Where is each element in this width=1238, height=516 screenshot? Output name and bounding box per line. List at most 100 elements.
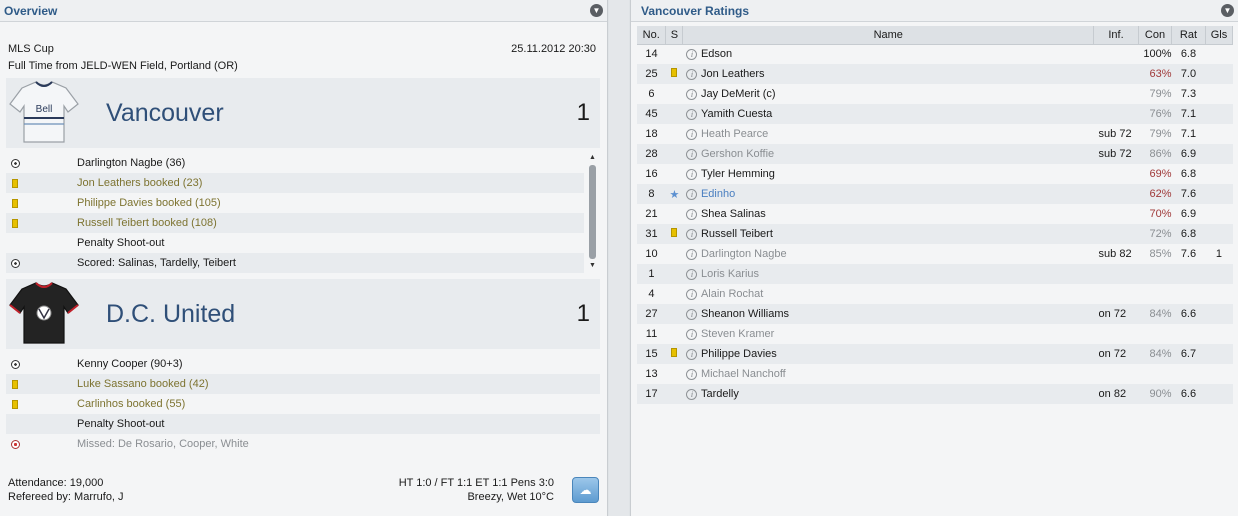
player-row[interactable]: 16 i Tyler Hemming 69% 6.8 [637,164,1233,184]
player-row[interactable]: 45 i Yamith Cuesta 76% 7.1 [637,104,1233,124]
player-row[interactable]: 14 i Edson 100% 6.8 [637,44,1233,64]
event-row[interactable]: Russell Teibert booked (108) [6,213,584,233]
player-name[interactable]: Edson [701,44,1094,64]
ratings-title: Vancouver Ratings [641,3,750,18]
player-name[interactable]: Edinho [700,184,1094,204]
player-name[interactable]: Michael Nanchoff [701,364,1094,384]
event-row[interactable]: Kenny Cooper (90+3) [6,354,600,374]
scrollbar-thumb[interactable] [589,165,596,259]
event-row[interactable]: Penalty Shoot-out [6,233,584,253]
event-row[interactable]: Jon Leathers booked (23) [6,173,584,193]
player-name[interactable]: Yamith Cuesta [700,104,1094,124]
column-header-s[interactable]: S [665,26,684,45]
player-row[interactable]: 25 i Jon Leathers 63% 7.0 [637,64,1233,84]
player-name[interactable]: Steven Kramer [701,324,1094,344]
player-row[interactable]: 11 i Steven Kramer [637,324,1233,344]
column-header-gls[interactable]: Gls [1205,26,1234,45]
info-icon[interactable]: i [682,304,701,324]
player-inf [1093,264,1139,284]
info-icon[interactable]: i [682,344,701,364]
player-rating: 7.0 [1171,64,1206,84]
player-name[interactable]: Tyler Hemming [701,164,1094,184]
player-name[interactable]: Philippe Davies [700,344,1094,364]
event-text: Luke Sassano booked (42) [77,378,209,390]
player-inf [1093,64,1139,84]
event-row[interactable]: Philippe Davies booked (105) [6,193,584,213]
player-row[interactable]: 31 i Russell Teibert 72% 6.8 [637,224,1233,244]
event-row[interactable]: Luke Sassano booked (42) [6,374,600,394]
player-name[interactable]: Jay DeMerit (c) [701,84,1094,104]
scroll-down-icon[interactable]: ▼ [587,261,598,271]
info-icon[interactable]: i [682,224,701,244]
player-goals [1205,104,1233,124]
info-icon[interactable]: i [682,184,701,204]
info-icon[interactable]: i [682,144,701,164]
player-row[interactable]: 21 i Shea Salinas 70% 6.9 [637,204,1233,224]
info-icon[interactable]: i [683,364,701,384]
scroll-up-icon[interactable]: ▲ [587,153,598,163]
info-icon[interactable]: i [683,44,701,64]
column-header-rat[interactable]: Rat [1171,26,1206,45]
event-row[interactable]: Penalty Shoot-out [6,414,600,434]
player-name[interactable]: Loris Karius [700,264,1094,284]
player-name[interactable]: Heath Pearce [701,124,1094,144]
player-name[interactable]: Shea Salinas [701,204,1094,224]
away-team-name[interactable]: D.C. United [106,300,577,329]
player-row[interactable]: 27 i Sheanon Williams on 72 84% 6.6 [637,304,1233,324]
info-icon[interactable]: i [682,264,701,284]
info-icon[interactable]: i [683,244,701,264]
player-rating: 6.8 [1180,48,1197,61]
player-row[interactable]: 18 i Heath Pearce sub 72 79% 7.1 [637,124,1233,144]
info-icon[interactable]: i [682,384,701,404]
player-condition: 90% [1138,384,1172,404]
home-team-name[interactable]: Vancouver [106,99,577,128]
column-header-name[interactable]: Name [682,26,1095,45]
player-row[interactable]: 13 i Michael Nanchoff [637,364,1233,384]
rain-cloud-icon: ☁ [572,477,599,503]
player-number: 31 [637,224,666,244]
column-header-no[interactable]: No. [637,26,667,45]
info-icon[interactable]: i [683,324,701,344]
chevron-down-icon[interactable]: ▼ [590,4,603,17]
info-icon[interactable]: i [683,284,701,304]
events-scrollbar[interactable]: ▲ ▼ [587,153,598,271]
player-row[interactable]: 6 i Jay DeMerit (c) 79% 7.3 [637,84,1233,104]
info-icon[interactable]: i [682,104,701,124]
info-icon[interactable]: i [683,164,701,184]
event-row[interactable]: Scored: Salinas, Tardelly, Teibert [6,253,584,273]
player-inf: on 72 [1093,344,1139,364]
player-row[interactable]: 4 i Alain Rochat [637,284,1233,304]
player-name[interactable]: Alain Rochat [701,284,1094,304]
player-rating [1171,324,1205,344]
player-inf [1094,324,1139,344]
player-name[interactable]: Jon Leathers [700,64,1094,84]
player-name[interactable]: Sheanon Williams [700,304,1094,324]
player-row[interactable]: 1 i Loris Karius [637,264,1233,284]
status-cell [666,164,683,184]
info-icon[interactable]: i [682,64,701,84]
player-inf [1094,164,1139,184]
column-header-inf[interactable]: Inf. [1093,26,1139,45]
column-header-con[interactable]: Con [1138,26,1172,45]
event-row[interactable]: Carlinhos booked (55) [6,394,600,414]
player-row[interactable]: 15 i Philippe Davies on 72 84% 6.7 [637,344,1233,364]
player-row[interactable]: 17 i Tardelly on 82 90% 6.6 [637,384,1233,404]
info-icon[interactable]: i [683,124,701,144]
player-name[interactable]: Gershon Koffie [700,144,1094,164]
player-row[interactable]: 10 i Darlington Nagbe sub 82 85% 7.6 1 [637,244,1233,264]
player-name[interactable]: Darlington Nagbe [701,244,1094,264]
event-row[interactable]: Darlington Nagbe (36) [6,153,584,173]
player-number: 1 [637,264,666,284]
panel-divider[interactable] [609,0,629,516]
event-row[interactable]: Missed: De Rosario, Cooper, White [6,434,600,454]
info-icon[interactable]: i [683,84,701,104]
player-row[interactable]: 28 i Gershon Koffie sub 72 86% 6.9 [637,144,1233,164]
player-row[interactable]: 8 ★ i Edinho 62% 7.6 [637,184,1233,204]
chevron-down-icon[interactable]: ▼ [1221,4,1234,17]
player-name[interactable]: Tardelly [700,384,1094,404]
info-icon[interactable]: i [683,204,701,224]
home-kit-icon[interactable]: Bell [8,78,80,148]
player-condition: 76% [1138,104,1172,124]
player-name[interactable]: Russell Teibert [700,224,1094,244]
away-kit-icon[interactable] [8,279,80,349]
